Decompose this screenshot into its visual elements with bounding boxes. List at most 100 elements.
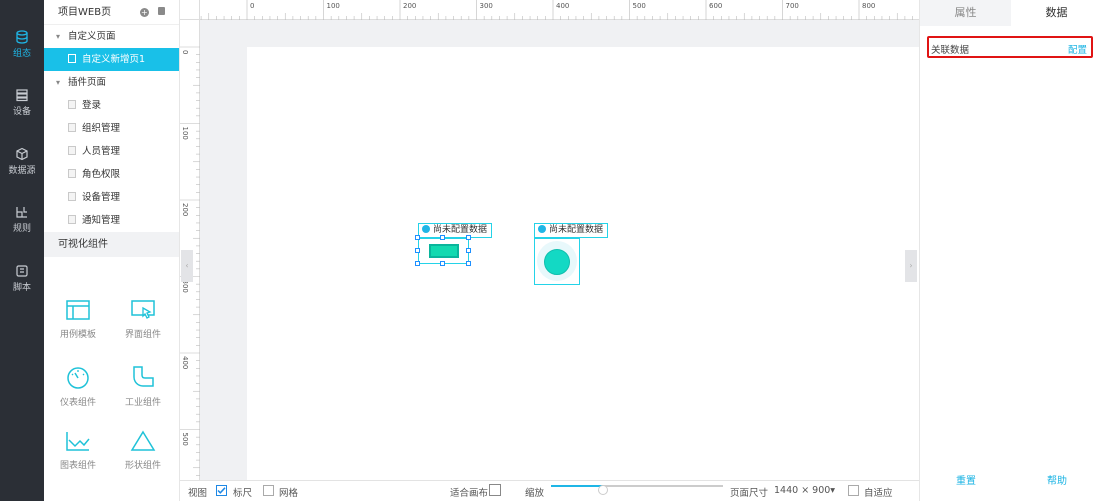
fit-canvas-label[interactable]: 适合画布 (450, 485, 488, 499)
page-icon (68, 54, 76, 63)
check-icon (217, 487, 226, 494)
tree-item-custom-page-1[interactable]: 自定义新增页1 (44, 48, 179, 71)
rail-label: 设备 (12, 107, 31, 117)
page-icon (68, 123, 76, 132)
comp-shape[interactable]: 形状组件 (113, 430, 173, 471)
tree-item-org[interactable]: 组织管理 (44, 117, 179, 140)
page-size-label: 页面尺寸 (730, 488, 769, 499)
components-grid: 用例模板 界面组件 仪表组件 工业组件 图表组件 形状组件 (44, 257, 179, 497)
tree-group-label: 插件页面 (68, 77, 107, 88)
page-icon (68, 169, 76, 178)
resize-handle[interactable] (415, 248, 420, 253)
ruler-corner (180, 0, 200, 20)
page-icon (68, 146, 76, 155)
status-dot-icon (422, 225, 430, 233)
related-data-row: 关联数据 配置 (927, 36, 1093, 58)
tab-properties[interactable]: 属性 (920, 0, 1011, 26)
tab-data[interactable]: 数据 (1011, 0, 1102, 26)
cube-icon (16, 147, 28, 161)
view-label: 视图 (188, 488, 208, 499)
comp-label: 仪表组件 (59, 398, 96, 408)
comp-gauge[interactable]: 仪表组件 (48, 365, 108, 408)
ruler-checkbox[interactable] (216, 485, 227, 496)
zoom-slider-knob[interactable] (597, 485, 608, 495)
resize-handle[interactable] (440, 235, 445, 240)
ruler-top-label: 0 (250, 2, 254, 10)
help-button[interactable]: 帮助 (1047, 472, 1067, 487)
widget1-status-text: 尚未配置数据 (433, 225, 488, 235)
rail-item-script[interactable]: 脚本 (0, 264, 44, 293)
tree-title: 项目WEB页 (58, 7, 112, 18)
right-panel: 属性 数据 关联数据 配置 重置 帮助 (919, 0, 1102, 501)
tree-item-devices[interactable]: 设备管理 (44, 186, 179, 209)
resize-handle[interactable] (440, 261, 445, 266)
reset-button[interactable]: 重置 (956, 472, 976, 487)
comp-label: 工业组件 (124, 398, 161, 408)
rail-item-device[interactable]: 设备 (0, 88, 44, 117)
canvas-area[interactable]: 0 100 200 300 400 500 600 700 800 0 100 200 300 400 5… (180, 0, 919, 480)
adaptive-checkbox[interactable] (848, 485, 859, 496)
comp-ui[interactable]: 界面组件 (113, 299, 173, 340)
rail-label: 规则 (12, 224, 31, 234)
tree-item-label: 自定义新增页1 (82, 54, 146, 65)
tree-item-roles[interactable]: 角色权限 (44, 163, 179, 186)
comp-label: 形状组件 (124, 461, 161, 471)
components-title: 可视化组件 (44, 232, 179, 257)
add-icon[interactable]: + (139, 8, 149, 17)
resize-handle[interactable] (466, 248, 471, 253)
rail-label: 脚本 (12, 283, 31, 293)
tree-group-label: 自定义页面 (68, 31, 116, 42)
zoom-slider-fill (551, 485, 603, 487)
ruler-top-label: 100 (327, 2, 340, 10)
collapse-left-tab[interactable]: ‹ (181, 250, 193, 282)
resize-handle[interactable] (466, 261, 471, 266)
page-tree-panel: 项目WEB页 + ▾ 自定义页面 自定义新增页1 ▾ 插件页面 登录 组织管理 人员… (44, 0, 180, 501)
comp-label: 图表组件 (59, 461, 96, 471)
collapse-right-tab[interactable]: › (905, 250, 917, 282)
tree-item-label: 设备管理 (82, 192, 121, 203)
tree-item-label: 角色权限 (82, 169, 121, 180)
resize-handle[interactable] (415, 261, 420, 266)
gauge-icon (67, 367, 89, 389)
configure-link[interactable]: 配置 (1068, 42, 1087, 56)
ruler-top-label: 500 (633, 2, 646, 10)
rail-item-rules[interactable]: 规则 (0, 205, 44, 234)
ruler-top-label: 200 (403, 2, 416, 10)
comp-template[interactable]: 用例模板 (48, 299, 108, 340)
comp-chart[interactable]: 图表组件 (48, 430, 108, 471)
tree-group-custom[interactable]: ▾ 自定义页面 (44, 25, 179, 48)
grid-checkbox[interactable] (263, 485, 274, 496)
rail-item-datasource[interactable]: 数据源 (0, 147, 44, 176)
database-icon (16, 30, 28, 44)
resize-handle[interactable] (466, 235, 471, 240)
tree-item-login[interactable]: 登录 (44, 94, 179, 117)
fit-canvas-icon[interactable] (489, 484, 501, 496)
resize-handle[interactable] (415, 235, 420, 240)
rail-label: 数据源 (8, 166, 36, 176)
trash-icon[interactable] (158, 7, 165, 15)
page-icon (68, 100, 76, 109)
widget2-status-text: 尚未配置数据 (549, 225, 604, 235)
tree-group-plugin[interactable]: ▾ 插件页面 (44, 71, 179, 94)
design-page[interactable] (247, 47, 919, 480)
page-icon (68, 215, 76, 224)
ruler-left-label: 400 (181, 356, 189, 369)
bottom-toolbar: 视图 标尺 网格 适合画布 缩放 页面尺寸 1440 × 900▾ 自适应 (180, 480, 919, 501)
widget1-status-tag[interactable]: 尚未配置数据 (418, 223, 493, 238)
comp-industrial[interactable]: 工业组件 (113, 365, 173, 408)
widget2-circle[interactable] (534, 238, 580, 285)
page-size-select[interactable]: 1440 × 900▾ (774, 485, 835, 496)
ruler-label: 标尺 (233, 488, 253, 499)
rail-item-config[interactable]: 组态 (0, 30, 44, 59)
ruler-top-label: 700 (786, 2, 799, 10)
tree-header: 项目WEB页 + (44, 0, 179, 25)
tree-item-label: 登录 (82, 100, 102, 111)
tree-item-people[interactable]: 人员管理 (44, 140, 179, 163)
caret-down-icon: ▾ (56, 78, 61, 87)
tree-item-label: 人员管理 (82, 146, 121, 157)
comp-label: 用例模板 (59, 330, 96, 340)
chevron-left-icon: ‹ (185, 261, 189, 270)
widget2-status-tag[interactable]: 尚未配置数据 (534, 223, 609, 238)
tree-item-notify[interactable]: 通知管理 (44, 209, 179, 232)
triangle-icon (130, 430, 156, 451)
